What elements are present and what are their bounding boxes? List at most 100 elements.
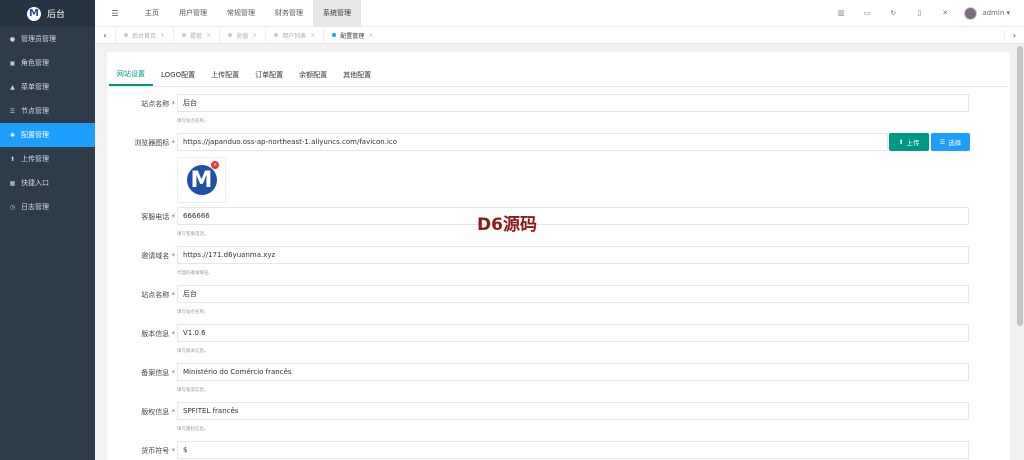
user-icon: ● (9, 35, 16, 43)
top-nav-item[interactable]: 财务管理 (265, 0, 313, 27)
sidebar-item[interactable]: ◷ 日志管理 (0, 195, 95, 219)
brand-title: 后台 (47, 10, 66, 20)
avatar[interactable] (964, 6, 978, 20)
page-tab-label: 充值 (236, 32, 249, 40)
brand-logo: M (27, 6, 41, 21)
site-name-hint: 填写站点名称。 (177, 119, 209, 124)
copyright-label: 版权信息 (141, 408, 170, 416)
site-name-input[interactable]: 后台 (177, 94, 969, 112)
user-menu[interactable]: admin ▾ (982, 9, 1010, 17)
sidebar-item-label: 配置管理 (21, 131, 49, 139)
page-tab[interactable]: 用户列表 × (265, 26, 323, 44)
sidebar-menu: ● 管理员管理 ▣ 角色管理 ▲ 菜单管理 ☰ 节点管理 ✱ 配置管理 ⬆ 上传管理 ▦ 快捷入口 ◷ 日志管… (0, 27, 95, 219)
list-icon: ☰ (9, 107, 16, 115)
sidebar-item[interactable]: ▦ 快捷入口 (0, 171, 95, 195)
top-nav-item[interactable]: 主页 (135, 0, 169, 27)
version-label: 版本信息 (141, 330, 170, 338)
trash-icon[interactable]: ▯ (906, 9, 932, 17)
close-icon[interactable]: × (206, 32, 211, 39)
scrollbar[interactable] (1016, 44, 1024, 460)
close-icon[interactable]: × (368, 32, 373, 39)
sidebar-item-label: 快捷入口 (21, 179, 49, 187)
top-nav-item[interactable]: 常规管理 (217, 0, 265, 27)
close-icon[interactable]: × (310, 32, 315, 39)
tab-dot-icon (124, 33, 128, 37)
menu-toggle-icon[interactable]: ☰ (95, 9, 135, 18)
tab-dot-icon (274, 33, 279, 37)
page-tab[interactable]: 后台首页 × (115, 26, 173, 44)
delete-icon[interactable]: × (211, 161, 219, 169)
sidebar-item[interactable]: ⬆ 上传管理 (0, 147, 95, 171)
sidebar-item-label: 上传管理 (21, 155, 49, 163)
record-input[interactable]: Ministério do Comércio francês (177, 363, 969, 381)
tabs-scroll-right-icon[interactable]: › (1004, 30, 1024, 40)
config-tab[interactable]: 上传配置 (203, 64, 247, 86)
page-tab[interactable]: 提现 × (173, 26, 219, 44)
sidebar: M 后台 ● 管理员管理 ▣ 角色管理 ▲ 菜单管理 ☰ 节点管理 ✱ 配置管理 ⬆ 上传管理 ▦ 快捷入… (0, 0, 95, 460)
upload-icon: ⬆ (9, 155, 16, 163)
config-panel: 网站设置 LOGO配置 上传配置 订单配置 余额配置 其他配置 站点名称 * 后台 填写站… (107, 52, 1010, 460)
list-icon: ☰ (939, 138, 946, 146)
invite-domain-hint: 代理的邀请域名。 (177, 271, 213, 276)
top-icons: ▥ ▭ ↻ ▯ ✕ (828, 9, 958, 17)
upload-button[interactable]: ⬆ 上传 (889, 133, 929, 151)
close-icon[interactable]: × (160, 32, 165, 39)
tab-dot-icon (228, 33, 233, 37)
tabs-scroll-left-icon[interactable]: ‹ (95, 31, 115, 40)
close-icon[interactable]: × (252, 32, 257, 39)
top-nav-item[interactable]: 用户管理 (169, 0, 217, 27)
copyright-hint: 填写版权信息。 (177, 427, 209, 432)
top-nav: 主页 用户管理 常规管理 财务管理 系统管理 (135, 0, 361, 27)
card-icon[interactable]: ▭ (854, 9, 880, 17)
watermark: D6源码 (477, 215, 537, 235)
invite-domain-input[interactable]: https://171.d6yuanma.xyz (177, 246, 969, 264)
top-nav-item[interactable]: 系统管理 (313, 0, 361, 27)
favicon-input[interactable]: https://japanduo.oss-ap-northeast-1.aliy… (177, 133, 888, 151)
page-tab[interactable]: 充值 × (219, 26, 265, 44)
refresh-icon[interactable]: ↻ (880, 9, 906, 17)
config-tab[interactable]: LOGO配置 (153, 64, 203, 86)
upload-icon: ⬆ (898, 138, 904, 146)
service-phone-hint: 填写客服电话。 (177, 232, 209, 237)
page-tab-label: 提现 (190, 32, 203, 40)
top-bar: ☰ 主页 用户管理 常规管理 财务管理 系统管理 ▥ ▭ ↻ ▯ ✕ admin ▾ (95, 0, 1024, 27)
currency-label: 货币符号 (141, 447, 170, 455)
version-input[interactable]: V1.0.6 (177, 324, 969, 342)
config-tab[interactable]: 其他配置 (335, 64, 379, 86)
sidebar-item[interactable]: ▲ 菜单管理 (0, 75, 95, 99)
scrollbar-thumb[interactable] (1017, 46, 1023, 326)
brand[interactable]: M 后台 (0, 0, 95, 27)
sidebar-item[interactable]: ● 管理员管理 (0, 27, 95, 51)
sidebar-item-label: 节点管理 (21, 107, 49, 115)
page-tab[interactable]: 配置管理 × (323, 26, 381, 44)
sidebar-item-label: 菜单管理 (21, 83, 49, 91)
page-tab-label: 配置管理 (340, 32, 365, 40)
config-tab[interactable]: 网站设置 (109, 64, 153, 86)
favicon-preview-image: M (186, 165, 217, 195)
site-name-2-input[interactable]: 后台 (177, 285, 969, 303)
clock-icon: ◷ (9, 203, 16, 211)
chart-icon[interactable]: ▥ (828, 9, 854, 17)
currency-input[interactable]: $ (177, 441, 969, 459)
shortcut-icon: ▦ (9, 179, 16, 187)
page-tab-label: 用户列表 (282, 32, 307, 40)
choose-button[interactable]: ☰ 选择 (931, 133, 970, 151)
record-label: 备案信息 (141, 369, 170, 377)
sidebar-item[interactable]: ✱ 配置管理 (0, 123, 95, 147)
favicon-preview: M × (177, 157, 226, 203)
config-tabs: 网站设置 LOGO配置 上传配置 订单配置 余额配置 其他配置 (109, 64, 1008, 87)
fullscreen-icon[interactable]: ✕ (932, 9, 958, 17)
config-tab[interactable]: 余额配置 (291, 64, 335, 86)
tab-dot-icon (182, 33, 187, 37)
config-tab[interactable]: 订单配置 (247, 64, 291, 86)
gear-icon: ✱ (9, 131, 16, 139)
sidebar-item[interactable]: ▣ 角色管理 (0, 51, 95, 75)
sidebar-item-label: 管理员管理 (21, 35, 56, 43)
sidebar-item-label: 日志管理 (21, 203, 49, 211)
page-tabs-bar: ‹ 后台首页 × 提现 × 充值 × 用户列表 × 配置管理 × › (95, 26, 1024, 44)
sidebar-item[interactable]: ☰ 节点管理 (0, 99, 95, 123)
invite-domain-label: 邀请域名 (141, 252, 170, 260)
service-phone-input[interactable]: 666666 (177, 207, 969, 225)
copyright-input[interactable]: SPFITEL francês (177, 402, 969, 420)
record-hint: 填写备案信息。 (177, 388, 209, 393)
